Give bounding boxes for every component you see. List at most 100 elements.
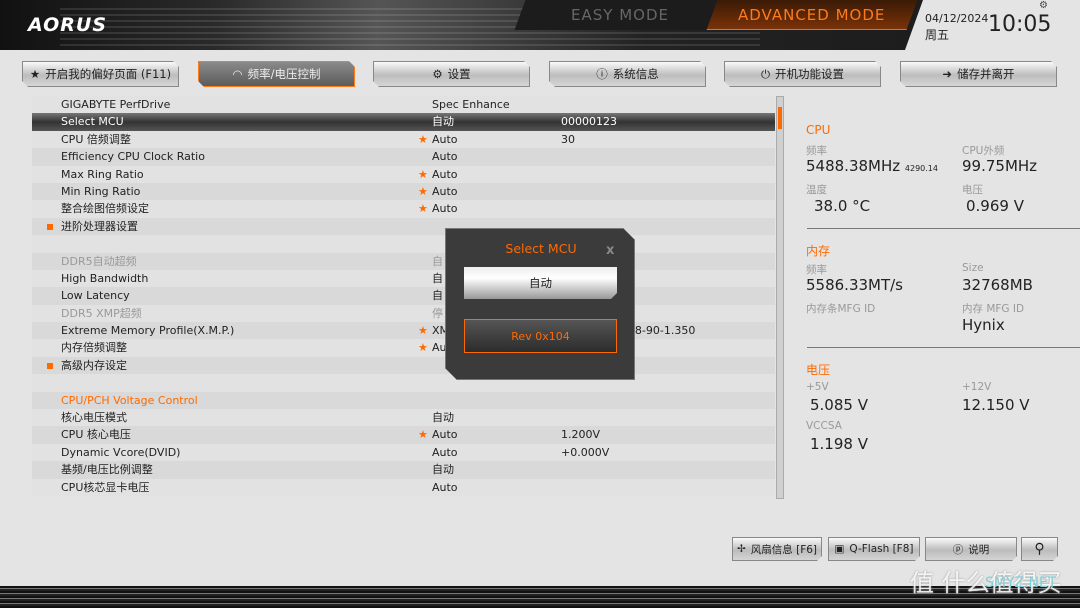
tab-1[interactable]: ◠ 频率/电压控制: [198, 61, 355, 87]
settings-gear-icon[interactable]: ⚙: [1039, 0, 1048, 11]
scrollbar-thumb[interactable]: [778, 107, 782, 129]
search-button[interactable]: ⚲: [1021, 537, 1058, 561]
help-icon: ⓟ: [952, 543, 964, 556]
tab-label: 设置: [447, 67, 471, 81]
advanced-mode-button[interactable]: ADVANCED MODE: [706, 0, 918, 30]
star-icon: ★: [418, 324, 428, 338]
table-row[interactable]: 基频/电压比例调整 自动: [32, 461, 775, 479]
row-name: CPU 核心电压: [61, 428, 131, 442]
row-name: 内存倍频调整: [61, 341, 127, 355]
info-icon: ⓘ: [596, 67, 608, 81]
table-row[interactable]: CPU 倍频调整 ★ Auto 30: [32, 130, 775, 149]
mem-size-value: 32768MB: [962, 276, 1033, 294]
row-value: 自: [432, 254, 443, 268]
row-name: Dynamic Vcore(DVID): [61, 445, 181, 459]
volt-section-title: 电压: [806, 363, 831, 377]
help-button[interactable]: ⓟ 说明: [925, 537, 1017, 561]
row-name: 核心电压模式: [61, 411, 127, 425]
row-name: CPU/PCH Voltage Control: [61, 393, 198, 407]
tab-3[interactable]: ⓘ 系统信息: [549, 61, 706, 87]
easy-mode-button[interactable]: EASY MODE: [514, 0, 726, 30]
weekday: 周五: [925, 28, 950, 42]
row-value: Auto: [432, 167, 458, 181]
divider: [807, 228, 1080, 229]
row-name: 基频/电压比例调整: [61, 463, 153, 477]
row-value: Auto: [432, 184, 458, 198]
option-rev-0x104[interactable]: Rev 0x104: [464, 319, 617, 353]
table-row[interactable]: 核心电压模式 自动: [32, 409, 775, 427]
table-row[interactable]: Dynamic Vcore(DVID) Auto +0.000V: [32, 443, 775, 462]
row-value: Spec Enhance: [432, 98, 510, 111]
table-row[interactable]: Select MCU 自动 00000123: [32, 113, 775, 131]
tab-5[interactable]: ➜ 储存并离开: [900, 61, 1057, 87]
watermark-site: SMYZ.NET: [985, 575, 1057, 591]
cpu-freq-value: 5488.38MHz 4290.14: [806, 157, 938, 175]
table-row[interactable]: Max Ring Ratio ★ Auto: [32, 165, 775, 183]
scrollbar[interactable]: [776, 96, 784, 499]
close-icon[interactable]: x: [606, 243, 614, 258]
row-value: Auto: [432, 428, 458, 442]
table-row[interactable]: CPU核芯显卡电压 Auto: [32, 478, 775, 496]
bullet-icon: [47, 223, 53, 230]
row-name: DDR5 XMP超频: [61, 306, 142, 320]
tab-4[interactable]: ⏻ 开机功能设置: [724, 61, 881, 87]
cpu-temp-label: 温度: [806, 184, 827, 196]
table-row[interactable]: Low Latency 自: [32, 287, 775, 305]
row-name: 高级内存设定: [61, 358, 127, 372]
cpu-freq: 5488.38MHz: [806, 157, 901, 175]
tab-0[interactable]: ★ 开启我的偏好页面 (F11): [22, 61, 179, 87]
table-row[interactable]: 进阶处理器设置: [32, 217, 775, 236]
star-icon: ★: [418, 202, 428, 216]
star-icon: ★: [418, 428, 428, 442]
fan-icon: ✢: [736, 543, 746, 555]
row-value: Auto: [432, 445, 458, 459]
tab-label: 储存并离开: [957, 67, 1015, 81]
table-row[interactable]: Efficiency CPU Clock Ratio Auto: [32, 148, 775, 166]
row-value: 自动: [432, 411, 454, 425]
table-row[interactable]: High Bandwidth 自: [32, 269, 775, 288]
fan-info-button[interactable]: ✢ 风扇信息 [F6]: [732, 537, 822, 561]
star-icon: ★: [418, 167, 428, 181]
vccsa-value: 1.198 V: [810, 435, 868, 453]
star-icon: ★: [418, 132, 428, 146]
fan-info-label: 风扇信息 [F6]: [750, 543, 818, 556]
header-bar: AORUS EASY MODE ADVANCED MODE 04/12/2024…: [0, 0, 1080, 50]
table-row[interactable]: CPU/PCH Voltage Control: [32, 391, 775, 410]
qflash-label: Q-Flash [F8]: [849, 543, 914, 555]
row-name: Extreme Memory Profile(X.M.P.): [61, 324, 235, 338]
row-value: Auto: [432, 132, 458, 146]
bullet-icon: [47, 362, 53, 369]
table-row[interactable]: 内存倍频调整 ★ Auto: [32, 339, 775, 357]
table-row[interactable]: CPU 核心电压 ★ Auto 1.200V: [32, 426, 775, 444]
table-row[interactable]: DDR5 XMP超频 停: [32, 304, 775, 323]
tab-2[interactable]: ⚙ 设置: [373, 61, 530, 87]
star-icon: ★: [29, 67, 41, 81]
table-row[interactable]: DDR5自动超频 自: [32, 252, 775, 270]
vccsa-label: VCCSA: [806, 420, 842, 432]
row-name: CPU核芯显卡电压: [61, 480, 150, 494]
row-name: CPU 倍频调整: [61, 132, 131, 146]
table-row[interactable]: 整合绘图倍频设定 ★ Auto: [32, 200, 775, 218]
table-row[interactable]: Min Ring Ratio ★ Auto: [32, 182, 775, 201]
settings-list: GIGABYTE PerfDrive Spec Enhance Select MCU…: [32, 96, 775, 496]
table-row[interactable]: 高级内存设定: [32, 356, 775, 375]
advanced-mode-label: ADVANCED MODE: [738, 6, 886, 24]
row-name: Select MCU: [61, 115, 124, 129]
table-row[interactable]: Extreme Memory Profile(X.M.P.) ★ XMP 32-38-…: [32, 322, 775, 340]
divider: [807, 347, 1080, 348]
tab-label: 开机功能设置: [775, 67, 845, 81]
exit-icon: ➜: [942, 67, 953, 81]
row-name: Low Latency: [61, 289, 130, 303]
v5-label: +5V: [806, 381, 829, 393]
v12-value: 12.150 V: [962, 396, 1030, 414]
easy-mode-label: EASY MODE: [571, 6, 669, 24]
option-auto[interactable]: 自动: [464, 267, 617, 299]
date: 04/12/2024: [925, 12, 989, 25]
tab-label: 频率/电压控制: [247, 67, 321, 81]
row-value: 自动: [432, 463, 454, 477]
aorus-logo: AORUS: [28, 14, 108, 36]
cpu-bclk-value: 99.75MHz: [962, 157, 1038, 175]
search-icon: ⚲: [1034, 541, 1045, 557]
qflash-button[interactable]: ▣ Q-Flash [F8]: [828, 537, 920, 561]
table-row[interactable]: GIGABYTE PerfDrive Spec Enhance: [32, 96, 775, 114]
